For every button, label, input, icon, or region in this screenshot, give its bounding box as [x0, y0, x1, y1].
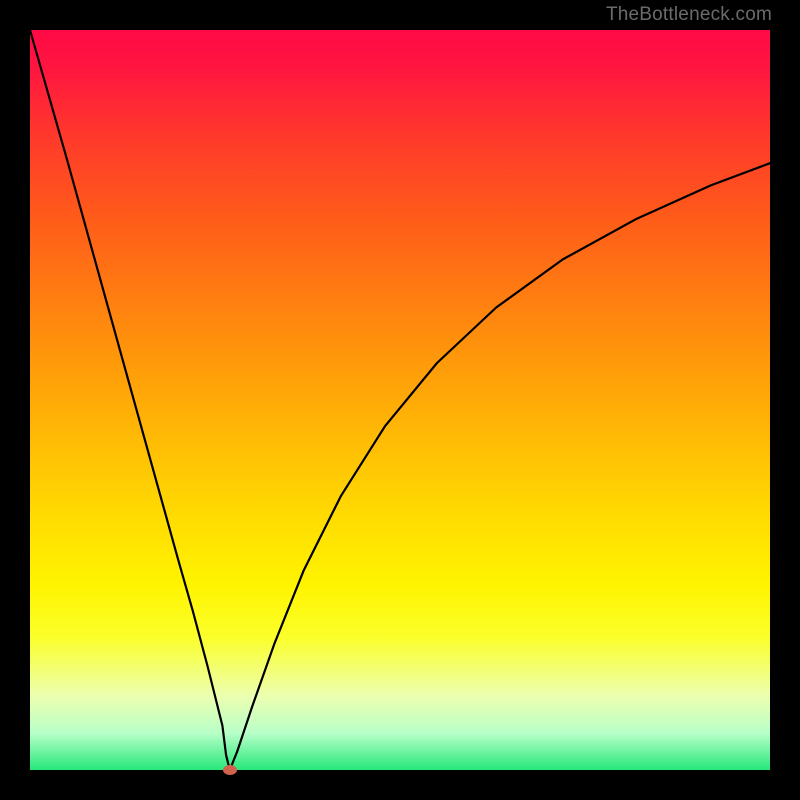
bottleneck-curve — [30, 30, 770, 770]
plot-area — [30, 30, 770, 770]
minimum-marker — [223, 765, 237, 775]
chart-frame: TheBottleneck.com — [0, 0, 800, 800]
watermark-text: TheBottleneck.com — [606, 4, 772, 26]
